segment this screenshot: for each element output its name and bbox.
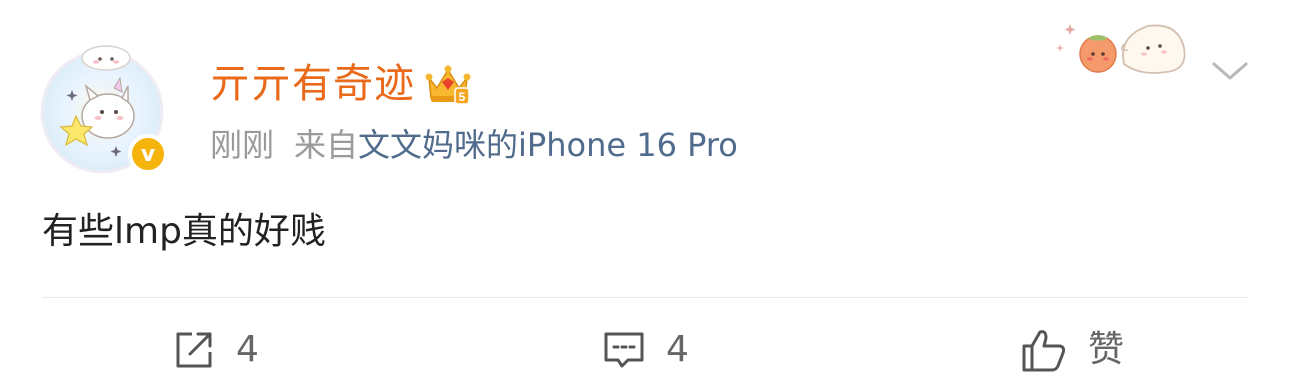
divider: [42, 297, 1248, 298]
repost-button[interactable]: 4: [172, 322, 259, 378]
post-meta: 刚刚 来自文文妈咪的iPhone 16 Pro: [210, 120, 738, 170]
comment-count: 4: [666, 329, 689, 370]
thumbs-up-icon: [1022, 330, 1066, 372]
source-prefix: 来自: [294, 126, 359, 164]
comment-button[interactable]: 4: [602, 322, 689, 378]
username-row[interactable]: 亓亓有奇迹 5: [210, 56, 471, 112]
source-device-link[interactable]: 文文妈咪的iPhone 16 Pro: [358, 126, 738, 164]
repost-count: 4: [236, 329, 259, 370]
chevron-down-icon[interactable]: [1210, 54, 1250, 88]
repost-icon: [176, 332, 212, 368]
username[interactable]: 亓亓有奇迹: [210, 56, 415, 112]
like-button[interactable]: 赞: [1020, 322, 1124, 378]
comment-icon: [604, 332, 644, 368]
post-time: 刚刚: [210, 126, 275, 164]
decoration-sticker: [1056, 24, 1186, 74]
like-label: 赞: [1088, 329, 1125, 370]
weibo-post-card: v 亓亓有奇迹 5 刚刚 来自文文妈咪的iPhone 16 Pro 有些lmp真…: [0, 0, 1290, 389]
verified-badge-icon: v: [128, 134, 168, 174]
crown-icon: 5: [425, 65, 471, 105]
post-content: 有些lmp真的好贱: [42, 211, 326, 252]
crown-level: 5: [459, 90, 466, 104]
